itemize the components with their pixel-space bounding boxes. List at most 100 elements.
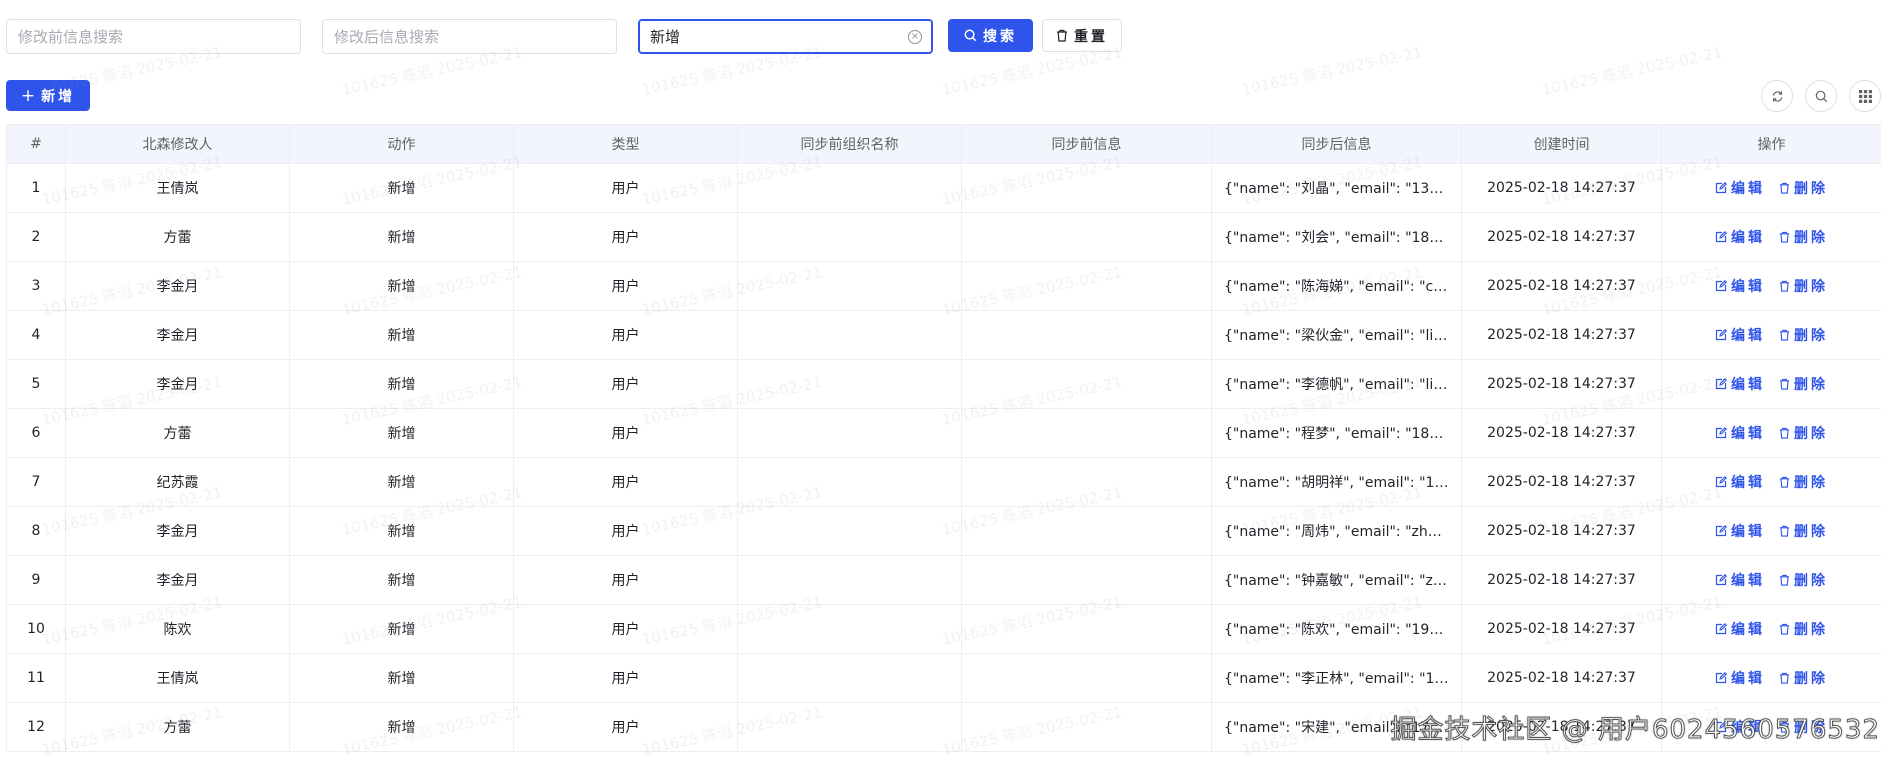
cell-info-before	[961, 359, 1212, 409]
column-header: 同步前组织名称	[737, 124, 962, 164]
cell-info-before	[961, 555, 1212, 605]
table-row: 5 李金月 新增 用户 {"name": "李德帆", "email": "lidef.…	[6, 359, 1881, 409]
toggle-search-button[interactable]	[1805, 80, 1837, 112]
cell-action: 新增	[289, 359, 514, 409]
cell-no: 8	[6, 506, 66, 556]
cell-info-after: {"name": "李德帆", "email": "lidef...	[1211, 359, 1462, 409]
cell-info-before	[961, 457, 1212, 507]
cell-org-before	[737, 604, 962, 654]
cell-org-before	[737, 653, 962, 703]
cell-created: 2025-02-18 14:27:37	[1461, 310, 1662, 360]
action-search-value: 新增	[650, 28, 681, 46]
cell-type: 用户	[513, 653, 738, 703]
delete-button[interactable]: 删除	[1779, 423, 1828, 443]
cell-actions: 编辑 删除	[1661, 408, 1881, 458]
before-info-search-input[interactable]: 修改前信息搜索	[6, 19, 301, 54]
delete-button[interactable]: 删除	[1779, 178, 1828, 198]
edit-label: 编辑	[1731, 622, 1765, 638]
cell-org-before	[737, 457, 962, 507]
table-header-row: # 北森修改人 动作 类型 同步前组织名称 同步前信息 同步后信息 创建时间 操作	[6, 124, 1881, 164]
cell-no: 1	[6, 163, 66, 213]
delete-button[interactable]: 删除	[1779, 570, 1828, 590]
edit-icon	[1715, 182, 1727, 194]
edit-button[interactable]: 编辑	[1715, 276, 1765, 296]
clear-icon[interactable]: ×	[908, 30, 922, 44]
cell-created: 2025-02-18 14:27:37	[1461, 653, 1662, 703]
edit-icon	[1715, 329, 1727, 341]
cell-no: 7	[6, 457, 66, 507]
action-search-input[interactable]: 新增 ×	[638, 19, 933, 54]
edit-button[interactable]: 编辑	[1715, 325, 1765, 345]
cell-action: 新增	[289, 506, 514, 556]
cell-created: 2025-02-18 14:27:37	[1461, 555, 1662, 605]
add-button[interactable]: + 新增	[6, 80, 90, 111]
edit-button[interactable]: 编辑	[1715, 668, 1765, 688]
delete-button[interactable]: 删除	[1779, 227, 1828, 247]
delete-button[interactable]: 删除	[1779, 472, 1828, 492]
cell-user: 王倩岚	[65, 163, 290, 213]
search-icon	[1815, 90, 1827, 102]
delete-label: 删除	[1794, 181, 1828, 197]
edit-icon	[1715, 280, 1727, 292]
table-body: 1 王倩岚 新增 用户 {"name": "刘晶", "email": "13763..…	[6, 163, 1881, 752]
edit-button[interactable]: 编辑	[1715, 178, 1765, 198]
after-info-search-input[interactable]: 修改后信息搜索	[322, 19, 617, 54]
delete-button[interactable]: 删除	[1779, 619, 1828, 639]
cell-created: 2025-02-18 14:27:37	[1461, 359, 1662, 409]
edit-button[interactable]: 编辑	[1715, 619, 1765, 639]
edit-button[interactable]: 编辑	[1715, 521, 1765, 541]
table-row: 8 李金月 新增 用户 {"name": "周炜", "email": "zhouw..…	[6, 506, 1881, 556]
edit-icon	[1715, 574, 1727, 586]
cell-org-before	[737, 359, 962, 409]
trash-icon	[1779, 427, 1790, 439]
delete-button[interactable]: 删除	[1779, 668, 1828, 688]
delete-button[interactable]: 删除	[1779, 374, 1828, 394]
trash-icon	[1057, 29, 1067, 42]
table-row: 1 王倩岚 新增 用户 {"name": "刘晶", "email": "13763..…	[6, 163, 1881, 213]
cell-info-after: {"name": "刘晶", "email": "13763...	[1211, 163, 1462, 213]
reset-button[interactable]: 重置	[1042, 19, 1122, 52]
edit-icon	[1715, 525, 1727, 537]
edit-button[interactable]: 编辑	[1715, 570, 1765, 590]
edit-button[interactable]: 编辑	[1715, 227, 1765, 247]
cell-created: 2025-02-18 14:27:37	[1461, 163, 1662, 213]
table-row: 4 李金月 新增 用户 {"name": "梁伙金", "email": "lian..…	[6, 310, 1881, 360]
cell-user: 李金月	[65, 555, 290, 605]
cell-actions: 编辑 删除	[1661, 310, 1881, 360]
cell-action: 新增	[289, 212, 514, 262]
after-info-placeholder: 修改后信息搜索	[334, 28, 440, 46]
delete-button[interactable]: 删除	[1779, 325, 1828, 345]
edit-button[interactable]: 编辑	[1715, 374, 1765, 394]
trash-icon	[1779, 476, 1790, 488]
cell-type: 用户	[513, 457, 738, 507]
search-button[interactable]: 搜索	[948, 19, 1033, 52]
delete-button[interactable]: 删除	[1779, 276, 1828, 296]
delete-button[interactable]: 删除	[1779, 521, 1828, 541]
delete-label: 删除	[1794, 622, 1828, 638]
cell-info-before	[961, 261, 1212, 311]
cell-org-before	[737, 212, 962, 262]
before-info-placeholder: 修改前信息搜索	[18, 28, 124, 46]
refresh-button[interactable]	[1761, 80, 1793, 112]
table-row: 2 方蕾 新增 用户 {"name": "刘会", "email": "18362...…	[6, 212, 1881, 262]
cell-actions: 编辑 删除	[1661, 604, 1881, 654]
edit-button[interactable]: 编辑	[1715, 472, 1765, 492]
cell-info-before	[961, 163, 1212, 213]
cell-action: 新增	[289, 653, 514, 703]
cell-no: 4	[6, 310, 66, 360]
cell-no: 5	[6, 359, 66, 409]
cell-type: 用户	[513, 212, 738, 262]
cell-info-after: {"name": "程梦", "email": "18256...	[1211, 408, 1462, 458]
cell-action: 新增	[289, 408, 514, 458]
cell-action: 新增	[289, 163, 514, 213]
columns-button[interactable]	[1849, 80, 1881, 112]
table-row: 3 李金月 新增 用户 {"name": "陈海娣", "email": "che...…	[6, 261, 1881, 311]
cell-info-after: {"name": "李正林", "email": "159...	[1211, 653, 1462, 703]
cell-org-before	[737, 506, 962, 556]
cell-actions: 编辑 删除	[1661, 212, 1881, 262]
column-header: #	[6, 124, 66, 164]
trash-icon	[1779, 182, 1790, 194]
edit-button[interactable]: 编辑	[1715, 423, 1765, 443]
cell-created: 2025-02-18 14:27:37	[1461, 261, 1662, 311]
cell-actions: 编辑 删除	[1661, 457, 1881, 507]
